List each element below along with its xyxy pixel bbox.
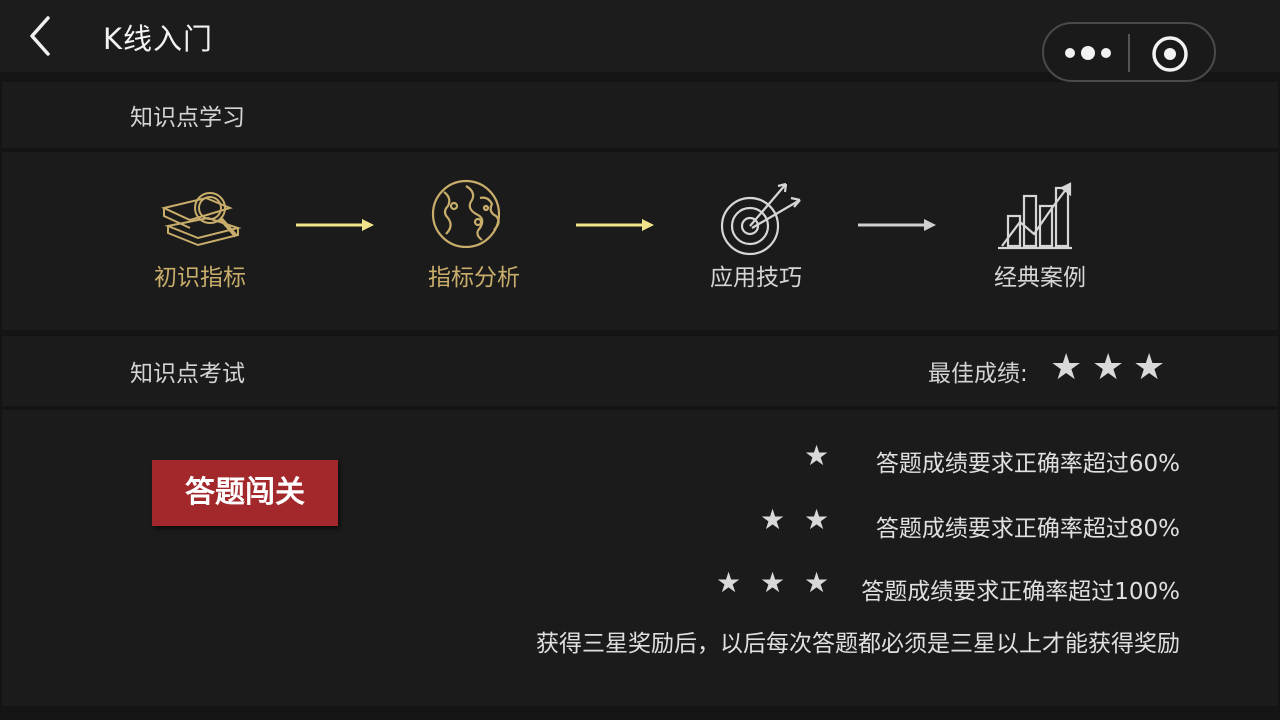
exam-section-title: 知识点考试 [130,361,245,387]
step-intro-indicators[interactable]: 初识指标 [120,152,280,330]
learning-steps: 初识指标 指标分析 应用技巧 经典案例 [2,152,1278,330]
learning-section-title: 知识点学习 [130,105,245,131]
rule-star-icon: ★ [804,566,830,599]
more-dots-icon [1065,46,1111,60]
rule-star-icon: ★ [716,566,742,599]
step-label-analysis: 指标分析 [428,265,520,291]
step-label-application: 应用技巧 [710,265,802,291]
arrow-icon [576,219,654,231]
arrow-icon [858,219,936,231]
learning-header: 知识点学习 [2,82,1278,148]
rule-star-icon: ★ [804,439,830,472]
reward-note: 获得三星奖励后，以后每次答题都必须是三星以上才能获得奖励 [536,631,1180,657]
mini-program-capsule [1042,22,1216,82]
best-star-icon: ★ [1133,347,1166,388]
close-mini-program-button[interactable] [1148,32,1192,76]
page-title: K线入门 [103,22,214,56]
target-arrows-icon [720,182,801,256]
back-button[interactable] [22,14,62,58]
more-button[interactable] [1060,38,1116,68]
step-application-skills[interactable]: 应用技巧 [676,152,836,330]
exam-header: 知识点考试 最佳成绩: ★ ★ ★ [2,336,1278,406]
step-indicator-analysis[interactable]: 指标分析 [394,152,554,330]
step-label-cases: 经典案例 [994,265,1086,291]
capsule-divider [1128,34,1130,72]
rule-star-icon: ★ [760,503,786,536]
best-score-label: 最佳成绩: [928,361,1028,387]
start-quiz-button[interactable]: 答题闯关 [152,460,338,526]
best-star-icon: ★ [1050,347,1083,388]
target-circle-icon [1152,36,1188,72]
book-magnifier-icon [160,192,242,247]
world-map-icon [431,179,501,248]
arrow-icon [296,219,374,231]
step-label-intro: 初识指标 [154,265,246,291]
bar-chart-growth-icon [998,182,1072,250]
rule-star-icon: ★ [804,503,830,536]
exam-body: 答题闯关 ★ 答题成绩要求正确率超过60% ★ ★ 答题成绩要求正确率超过80%… [2,410,1278,706]
rule-two-star-text: 答题成绩要求正确率超过80% [875,516,1180,542]
best-star-icon: ★ [1092,347,1125,388]
rule-three-star-text: 答题成绩要求正确率超过100% [861,579,1180,605]
step-classic-cases[interactable]: 经典案例 [960,152,1120,330]
rule-one-star-text: 答题成绩要求正确率超过60% [875,451,1180,477]
chevron-left-icon [30,16,50,56]
rule-star-icon: ★ [760,566,786,599]
